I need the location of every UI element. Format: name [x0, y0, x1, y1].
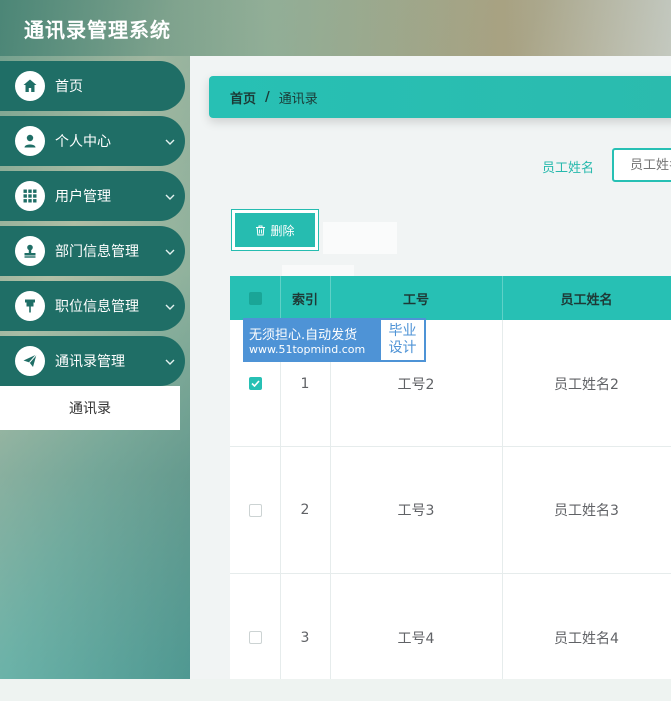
sidebar-item-department[interactable]: 部门信息管理	[0, 226, 185, 276]
app-title: 通讯录管理系统	[24, 18, 171, 42]
table-row-checkbox-cell	[230, 447, 280, 573]
sidebar-item-personal[interactable]: 个人中心	[0, 116, 185, 166]
sidebar-item-label: 个人中心	[55, 134, 111, 150]
delete-button-label: 删除	[270, 223, 295, 238]
row-checkbox[interactable]	[248, 631, 262, 644]
select-all-cell	[230, 276, 280, 320]
search-label: 员工姓名	[542, 161, 595, 176]
watermark-tag2: 设计	[388, 340, 417, 356]
table-cell-name: 员工姓名3	[554, 503, 619, 519]
send-icon	[15, 346, 45, 376]
sidebar-item-label: 通讯录管理	[55, 354, 125, 370]
watermark-badge: 无须担心.自动发货 www.51topmind.com 毕业 设计	[243, 318, 426, 362]
column-header-index: 索引	[291, 292, 318, 308]
sidebar-item-home[interactable]: 首页	[0, 61, 185, 111]
stamp-icon	[15, 236, 45, 266]
breadcrumb-current: 通讯录	[278, 91, 318, 107]
home-icon	[15, 71, 45, 101]
chevron-down-icon	[165, 134, 175, 148]
select-all-checkbox[interactable]	[248, 291, 262, 305]
sidebar-item-label: 首页	[55, 79, 83, 95]
app-header: 通讯录管理系统	[0, 0, 671, 56]
search-input[interactable]	[612, 148, 671, 182]
chevron-down-icon	[165, 244, 175, 258]
chevron-down-icon	[165, 354, 175, 368]
row-checkbox[interactable]	[248, 377, 262, 390]
trash-icon	[255, 225, 266, 236]
sidebar-item-users[interactable]: 用户管理	[0, 171, 185, 221]
sidebar: 首页 个人中心 用户管理 部门信息管理 职位信息管理 通讯录管理 通讯录	[0, 56, 190, 679]
table-cell-id: 工号3	[397, 503, 435, 519]
breadcrumb: 首页 / 通讯录	[209, 76, 671, 118]
faded-button	[323, 222, 397, 254]
table-cell-name: 员工姓名4	[554, 630, 619, 647]
table-row-checkbox-cell	[230, 574, 280, 701]
watermark-right: 毕业 设计	[381, 320, 424, 360]
table-header: 索引 工号 员工姓名	[230, 276, 671, 320]
breadcrumb-separator: /	[265, 89, 270, 105]
breadcrumb-home[interactable]: 首页	[230, 88, 256, 107]
sidebar-item-label: 职位信息管理	[55, 299, 139, 315]
column-header-name: 员工姓名	[560, 292, 613, 308]
user-icon	[15, 126, 45, 156]
pin-icon	[15, 291, 45, 321]
sidebar-item-contacts[interactable]: 通讯录管理	[0, 336, 185, 386]
sidebar-item-label: 用户管理	[55, 189, 111, 205]
sidebar-subitem-contacts[interactable]: 通讯录	[0, 386, 180, 430]
delete-button[interactable]: 删除	[232, 210, 318, 250]
watermark-tag1: 毕业	[388, 323, 417, 339]
grid-icon	[15, 181, 45, 211]
chevron-down-icon	[165, 299, 175, 313]
check-icon	[250, 380, 260, 387]
watermark-line2: www.51topmind.com	[249, 343, 366, 356]
table-cell-index: 3	[300, 629, 310, 646]
chevron-down-icon	[165, 189, 175, 203]
row-checkbox[interactable]	[248, 503, 262, 517]
table-cell-id: 工号4	[397, 630, 435, 647]
sidebar-item-position[interactable]: 职位信息管理	[0, 281, 185, 331]
main-content: 首页 / 通讯录 员工姓名 删除 索引 工号 员工姓名	[190, 56, 671, 679]
table-cell-index: 2	[300, 502, 310, 518]
watermark-left: 无须担心.自动发货 www.51topmind.com	[245, 320, 381, 360]
sidebar-item-label: 部门信息管理	[55, 244, 139, 260]
column-header-id: 工号	[402, 292, 429, 308]
watermark-line1: 无须担心.自动发货	[249, 328, 358, 343]
table-cell-name: 员工姓名2	[554, 376, 619, 393]
